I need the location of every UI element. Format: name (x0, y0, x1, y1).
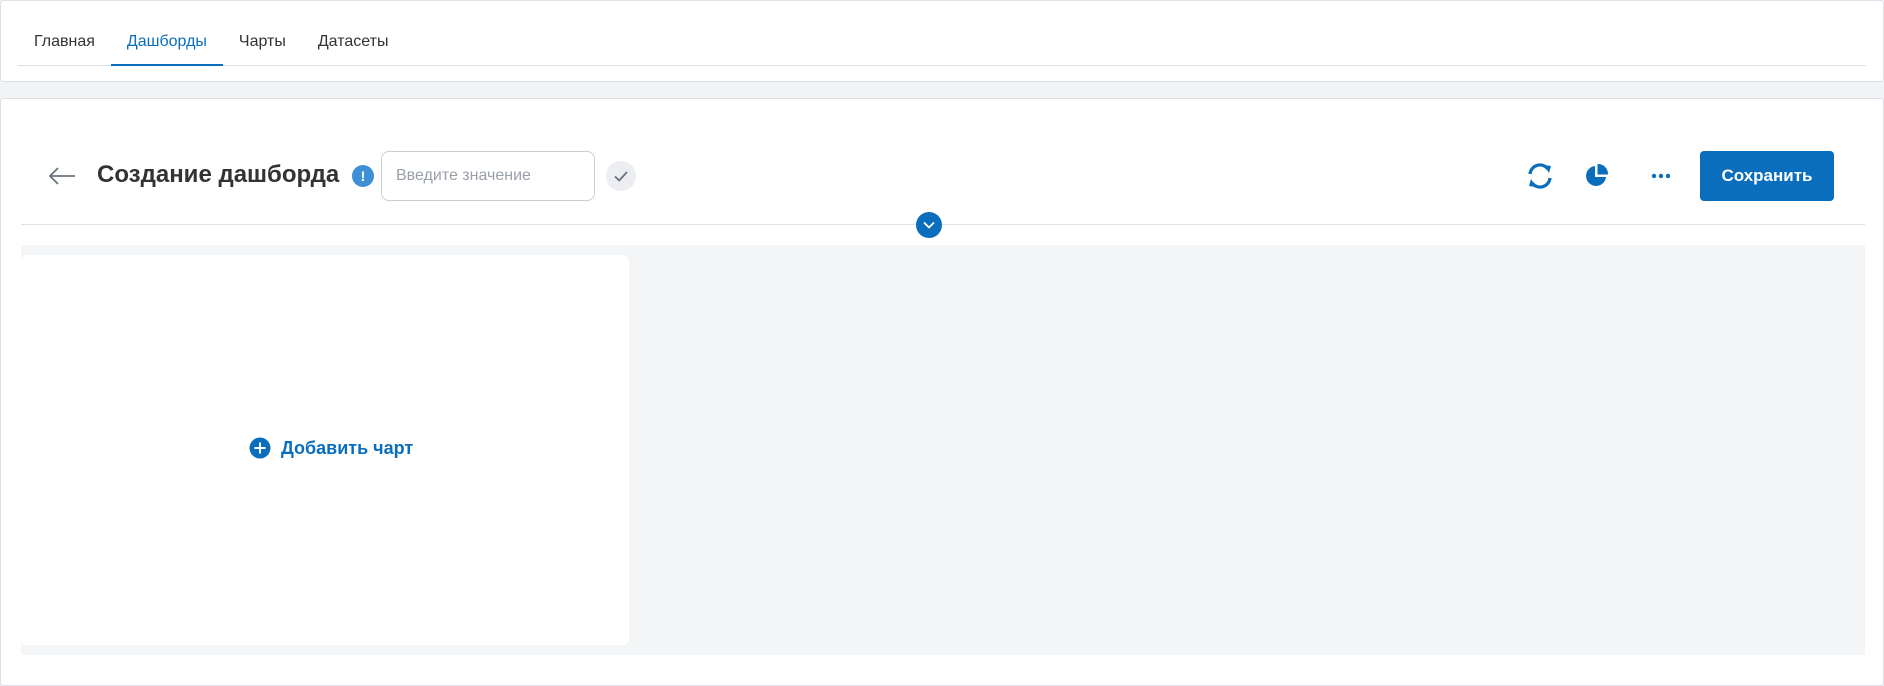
tab-datasets[interactable]: Датасеты (302, 18, 405, 65)
pie-chart-button[interactable] (1579, 161, 1613, 191)
nav-tabs: Главная Дашборды Чарты Датасеты (18, 19, 1866, 66)
save-button[interactable]: Сохранить (1700, 151, 1834, 201)
dashboard-canvas: Добавить чарт (21, 245, 1865, 655)
editor-header: Создание дашборда ! Введите значение Сох… (21, 151, 1865, 201)
page-title: Создание дашборда (97, 161, 340, 188)
check-icon (614, 171, 628, 182)
more-horizontal-icon (1651, 173, 1671, 179)
top-nav-panel: Главная Дашборды Чарты Датасеты (0, 0, 1884, 82)
tab-home[interactable]: Главная (18, 18, 111, 65)
refresh-icon (1528, 163, 1552, 189)
chevron-down-icon (923, 221, 935, 229)
tab-charts[interactable]: Чарты (223, 18, 302, 65)
collapse-header-button[interactable] (916, 212, 942, 238)
confirm-name-button[interactable] (606, 161, 636, 191)
info-icon[interactable]: ! (352, 165, 374, 187)
dashboard-name-input[interactable] (381, 151, 595, 201)
plus-circle-icon (249, 437, 271, 459)
refresh-button[interactable] (1523, 161, 1557, 191)
arrow-left-icon (48, 167, 75, 185)
add-chart-label: Добавить чарт (281, 437, 414, 458)
tab-dashboards[interactable]: Дашборды (110, 18, 223, 66)
dashboard-editor-panel: Создание дашборда ! Введите значение Сох… (0, 98, 1884, 686)
add-chart-button[interactable]: Добавить чарт (249, 437, 413, 459)
chart-slot[interactable]: Добавить чарт (21, 255, 629, 645)
back-button[interactable] (47, 163, 77, 189)
header-divider (21, 224, 1865, 225)
more-options-button[interactable] (1641, 161, 1681, 191)
pie-chart-icon (1586, 163, 1609, 186)
